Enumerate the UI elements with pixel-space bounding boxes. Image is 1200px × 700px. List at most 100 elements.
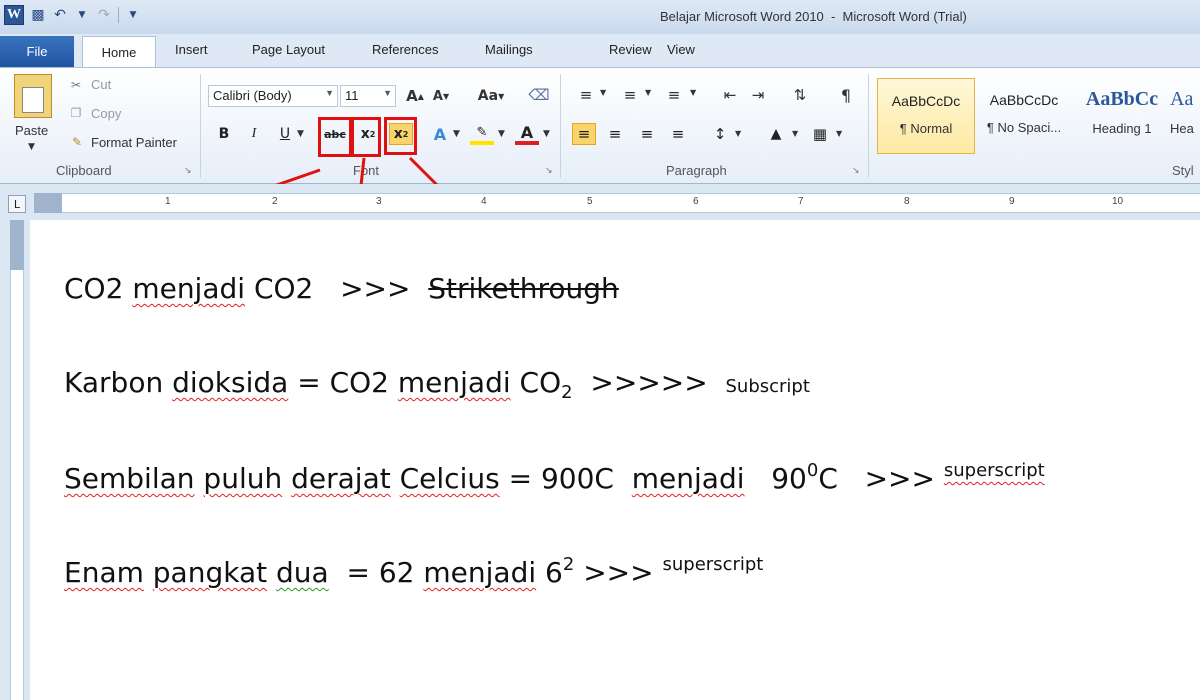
doc-line-strikethrough[interactable]: CO2 menjadi CO2 >>> Strikethrough bbox=[64, 272, 619, 305]
cut-button[interactable]: Cut bbox=[91, 77, 111, 92]
align-left-icon[interactable]: ≡ bbox=[572, 123, 596, 145]
doc-line-superscript-celcius[interactable]: Sembilan puluh derajat Celcius = 900C me… bbox=[64, 460, 1045, 495]
text-run: CO bbox=[510, 366, 562, 399]
underline-dropdown-icon[interactable]: ▼ bbox=[297, 129, 304, 139]
format-painter-button[interactable]: Format Painter bbox=[91, 135, 177, 150]
increase-indent-icon[interactable]: ⇥ bbox=[746, 84, 770, 106]
style-normal[interactable]: AaBbCcDc ¶ Normal bbox=[877, 78, 975, 154]
undo-icon[interactable]: ↶ bbox=[52, 7, 68, 23]
text-run: = CO2 bbox=[288, 366, 398, 399]
superscript-digit: 0 bbox=[806, 460, 819, 481]
word: CO2 bbox=[64, 272, 124, 305]
cut-icon[interactable]: ✂ bbox=[68, 77, 84, 93]
line-spacing-dropdown-icon[interactable]: ▼ bbox=[735, 129, 741, 138]
tab-file[interactable]: File bbox=[0, 36, 74, 67]
line-spacing-icon[interactable]: ↕ bbox=[708, 123, 732, 145]
numbering-icon[interactable]: ≡ bbox=[618, 84, 642, 106]
misspelled-word: menjadi bbox=[132, 272, 246, 305]
tab-page-layout[interactable]: Page Layout bbox=[252, 42, 325, 57]
borders-icon[interactable]: ▦ bbox=[808, 123, 832, 145]
shrink-font-icon[interactable]: A ▼ bbox=[430, 86, 452, 106]
font-color-dropdown-icon[interactable]: ▼ bbox=[543, 129, 550, 139]
style-name: Hea bbox=[1170, 121, 1194, 136]
tab-mailings[interactable]: Mailings bbox=[485, 42, 533, 57]
paste-icon[interactable] bbox=[14, 74, 52, 118]
paste-dropdown-icon[interactable]: ▼ bbox=[28, 142, 35, 152]
style-name: ¶ No Spaci... bbox=[986, 120, 1062, 135]
style-sample: AaBbCcDc bbox=[989, 92, 1059, 108]
save-icon[interactable]: ▩ bbox=[30, 7, 46, 23]
misspelled-word: menjadi bbox=[397, 366, 511, 399]
multilevel-list-dropdown-icon[interactable]: ▼ bbox=[690, 88, 696, 97]
title-bar: W ▩ ↶ ▼ ↷ ▼ Belajar Microsoft Word 2010 … bbox=[0, 0, 1200, 34]
vertical-ruler[interactable] bbox=[10, 220, 24, 700]
underline-icon[interactable]: U bbox=[273, 123, 297, 145]
align-center-icon[interactable]: ≡ bbox=[603, 123, 627, 145]
clear-formatting-icon[interactable]: ⌫ bbox=[527, 84, 551, 106]
tab-home[interactable]: Home bbox=[82, 36, 156, 67]
paragraph-launcher-icon[interactable]: ↘ bbox=[852, 166, 860, 176]
ruler-mark: 7 bbox=[798, 196, 804, 207]
grow-font-icon[interactable]: A ▲ bbox=[404, 86, 426, 106]
ruler-mark: 1 bbox=[165, 196, 171, 207]
text-effects-icon[interactable]: A bbox=[428, 123, 452, 145]
style-no-spacing[interactable]: AaBbCcDc ¶ No Spaci... bbox=[975, 78, 1073, 154]
format-painter-icon[interactable]: ✎ bbox=[68, 134, 86, 150]
annotation-box-superscript bbox=[384, 117, 417, 155]
borders-dropdown-icon[interactable]: ▼ bbox=[836, 129, 842, 138]
vertical-ruler-top-margin[interactable] bbox=[10, 220, 24, 270]
change-case-icon[interactable]: Aa ▼ bbox=[474, 86, 508, 106]
paste-button[interactable]: Paste bbox=[15, 123, 48, 138]
style-name: Heading 1 bbox=[1092, 121, 1152, 136]
align-right-icon[interactable]: ≡ bbox=[635, 123, 659, 145]
copy-button[interactable]: Copy bbox=[91, 106, 121, 121]
paste-paper-icon bbox=[22, 87, 44, 113]
chevron-down-icon[interactable]: ▼ bbox=[325, 88, 334, 98]
font-size-combo[interactable]: 11 ▼ bbox=[340, 85, 396, 107]
ruler-mark: 4 bbox=[481, 196, 487, 207]
redo-icon[interactable]: ↷ bbox=[96, 7, 112, 23]
numbering-dropdown-icon[interactable]: ▼ bbox=[645, 88, 651, 97]
style-heading-2[interactable]: Aa Hea bbox=[1170, 78, 1200, 154]
tab-insert[interactable]: Insert bbox=[175, 42, 208, 57]
italic-icon[interactable]: I bbox=[242, 123, 266, 145]
tab-review[interactable]: Review bbox=[609, 42, 652, 57]
tab-references[interactable]: References bbox=[372, 42, 438, 57]
shading-icon[interactable]: ▲ bbox=[764, 123, 788, 145]
decrease-indent-icon[interactable]: ⇤ bbox=[718, 84, 742, 106]
font-face-value: Calibri (Body) bbox=[213, 88, 292, 103]
clipboard-launcher-icon[interactable]: ↘ bbox=[184, 166, 192, 176]
font-face-combo[interactable]: Calibri (Body) ▼ bbox=[208, 85, 338, 107]
shading-dropdown-icon[interactable]: ▼ bbox=[792, 129, 798, 138]
bold-icon[interactable]: B bbox=[212, 123, 236, 145]
doc-line-superscript-power[interactable]: Enam pangkat dua = 62 menjadi 62 >>> sup… bbox=[64, 554, 763, 589]
subscript-digit: 2 bbox=[561, 382, 573, 403]
multilevel-list-icon[interactable]: ≡ bbox=[662, 84, 686, 106]
ruler-left-margin[interactable] bbox=[34, 193, 62, 213]
font-color-icon[interactable]: A bbox=[515, 123, 539, 145]
copy-icon[interactable]: ❐ bbox=[68, 105, 84, 121]
bullets-dropdown-icon[interactable]: ▼ bbox=[600, 88, 606, 97]
annotation-box-subscript bbox=[351, 117, 381, 157]
show-formatting-marks-icon[interactable]: ¶ bbox=[834, 84, 858, 106]
word-logo-icon[interactable]: W bbox=[4, 5, 24, 25]
styles-group-label: Styl bbox=[1172, 163, 1194, 178]
ruler-mark: 6 bbox=[693, 196, 699, 207]
sort-icon[interactable]: ⇅ bbox=[788, 84, 812, 106]
text-run: CO2 >>> bbox=[245, 272, 429, 305]
highlight-dropdown-icon[interactable]: ▼ bbox=[498, 129, 505, 139]
justify-icon[interactable]: ≡ bbox=[666, 123, 690, 145]
bullets-icon[interactable]: ≡ bbox=[574, 84, 598, 106]
doc-line-subscript[interactable]: Karbon dioksida = CO2 menjadi CO2 >>>>> … bbox=[64, 366, 810, 403]
horizontal-ruler[interactable] bbox=[34, 193, 1200, 213]
font-launcher-icon[interactable]: ↘ bbox=[545, 166, 553, 176]
highlight-icon[interactable]: ✎ bbox=[470, 123, 494, 145]
chevron-down-icon[interactable]: ▼ bbox=[383, 88, 392, 98]
chevron-down-icon[interactable]: ▼ bbox=[74, 10, 90, 20]
customize-qat-icon[interactable]: ▼ bbox=[125, 10, 141, 20]
tab-selector-icon[interactable]: L bbox=[8, 195, 26, 213]
text-effects-dropdown-icon[interactable]: ▼ bbox=[453, 129, 460, 139]
text-run: = 900C bbox=[499, 462, 632, 495]
style-heading-1[interactable]: AaBbCc Heading 1 bbox=[1073, 78, 1171, 154]
tab-view[interactable]: View bbox=[667, 42, 695, 57]
